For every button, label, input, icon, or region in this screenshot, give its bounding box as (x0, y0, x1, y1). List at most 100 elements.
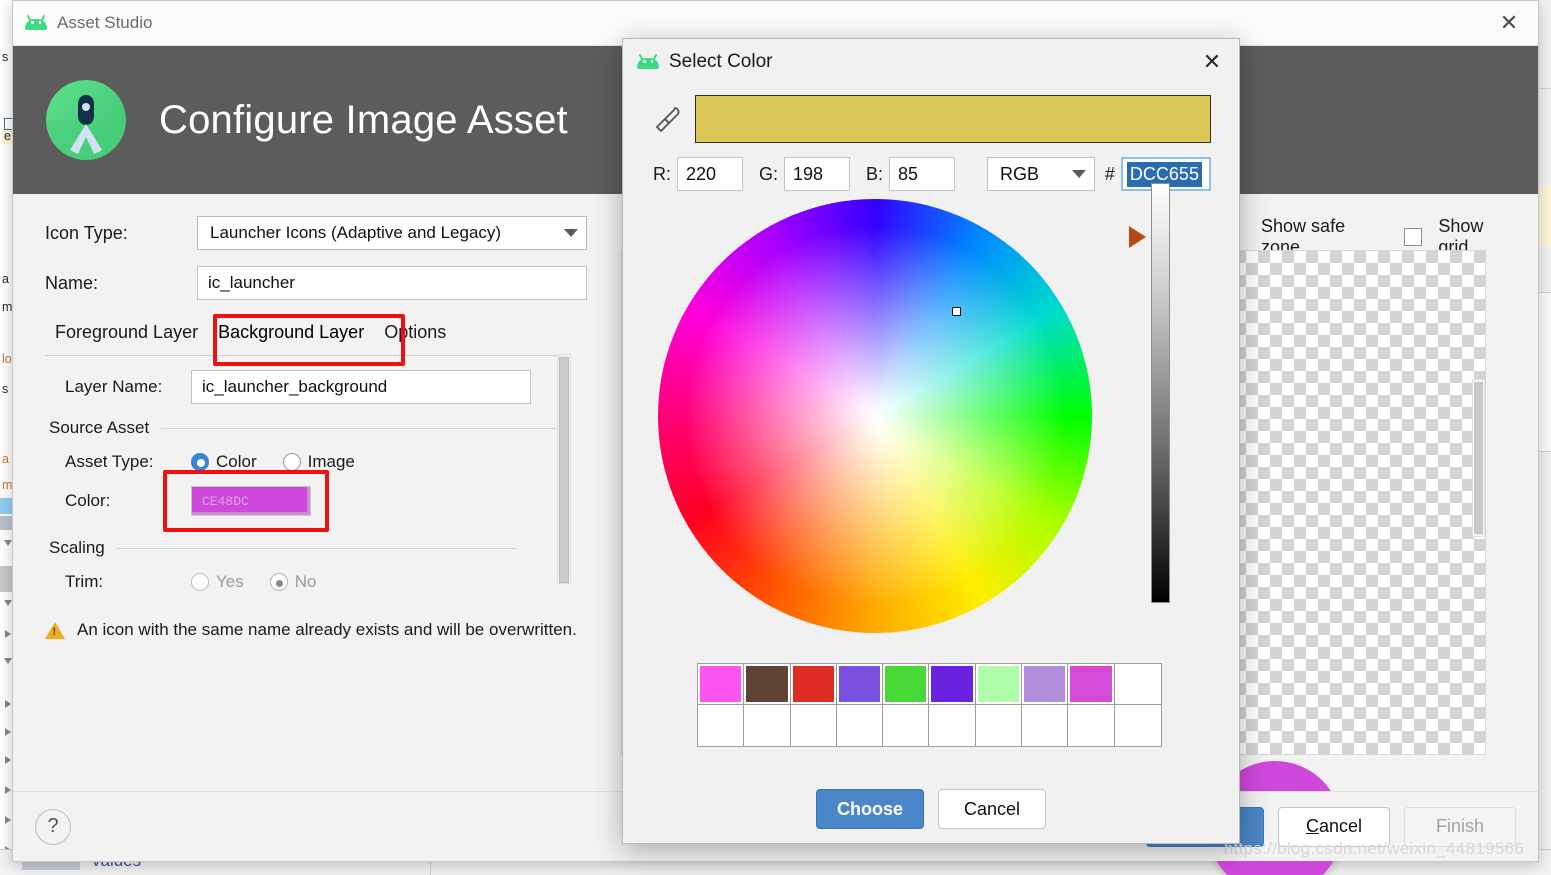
swatch-cell[interactable] (929, 664, 976, 705)
swatch-cell[interactable] (1022, 705, 1069, 746)
swatch-cell[interactable] (698, 664, 745, 705)
asset-type-image-label: Image (307, 452, 355, 471)
eyedropper-icon[interactable] (655, 105, 681, 133)
source-asset-group: Source Asset (49, 418, 595, 438)
trim-radio-no[interactable]: No (269, 572, 316, 592)
dialog-title: Select Color (669, 51, 773, 72)
swatch-cell[interactable] (698, 705, 745, 746)
radio-dot-icon (191, 573, 209, 591)
swatch-cell[interactable] (975, 705, 1023, 746)
scrollbar-thumb[interactable] (559, 357, 569, 583)
android-studio-logo-icon (46, 80, 126, 160)
icon-type-row: Icon Type: Launcher Icons (Adaptive and … (45, 216, 595, 250)
android-robot-icon (25, 14, 47, 30)
name-row: Name: (45, 266, 595, 300)
chevron-down-icon[interactable] (4, 658, 12, 664)
layer-tabs: Foreground Layer Background Layer Option… (45, 316, 595, 349)
chevron-down-icon[interactable] (4, 600, 12, 606)
trim-radio-yes[interactable]: Yes (191, 572, 244, 592)
chevron-down-icon[interactable] (4, 540, 12, 546)
show-grid-checkbox[interactable] (1404, 228, 1423, 246)
color-preview-row (623, 85, 1239, 143)
swatch-cell[interactable] (929, 705, 976, 746)
asset-type-label: Asset Type: (65, 452, 154, 471)
swatch-cell[interactable] (744, 705, 791, 746)
color-row: Color: CE48DC (45, 470, 595, 532)
asset-type-radio-color[interactable]: Color (191, 452, 257, 472)
swatch-cell[interactable] (883, 705, 930, 746)
swatch-cell[interactable] (1068, 664, 1115, 705)
close-icon[interactable]: ✕ (1492, 6, 1526, 40)
swatch-cell[interactable] (790, 705, 837, 746)
swatch-cell[interactable] (836, 705, 884, 746)
name-label: Name: (45, 272, 99, 293)
page-title: Configure Image Asset (159, 97, 568, 142)
selected-color-preview[interactable] (695, 95, 1211, 143)
warning-text: An icon with the same name already exist… (77, 620, 577, 639)
chevron-right-icon[interactable] (5, 728, 11, 736)
swatch-cell[interactable] (1114, 664, 1161, 705)
cancel-button[interactable]: Cancel (938, 789, 1046, 829)
swatch-cell[interactable] (836, 664, 884, 705)
swatch-cell[interactable] (790, 664, 837, 705)
swatch-cell[interactable] (1068, 705, 1115, 746)
divider (161, 427, 562, 429)
color-swatch-button[interactable]: CE48DC (191, 486, 311, 516)
brightness-slider-handle-icon[interactable] (1129, 226, 1146, 248)
tab-options[interactable]: Options (374, 316, 456, 349)
layer-name-input[interactable] (191, 370, 531, 404)
trim-row: Trim: Yes No (45, 572, 595, 592)
icon-type-value: Launcher Icons (Adaptive and Legacy) (210, 223, 502, 242)
color-channel-row: R: G: B: RGB # DCC655 (623, 143, 1239, 191)
chevron-right-icon[interactable] (5, 700, 11, 708)
swatch-cell[interactable] (1022, 664, 1069, 705)
divider (45, 355, 565, 356)
icon-type-select[interactable]: Launcher Icons (Adaptive and Legacy) (197, 216, 587, 250)
swatch-cell[interactable] (744, 664, 791, 705)
select-color-titlebar: Select Color ✕ (623, 39, 1239, 85)
asset-type-radio-image[interactable]: Image (282, 452, 355, 472)
chevron-right-icon[interactable] (5, 630, 11, 638)
blue-input[interactable] (889, 157, 956, 191)
name-input[interactable] (197, 266, 587, 300)
chevron-down-icon (1071, 170, 1086, 178)
radio-dot-icon (269, 573, 288, 591)
tab-background-layer[interactable]: Background Layer (208, 316, 374, 349)
select-color-dialog: Select Color ✕ R: G: B: RGB # DCC655 (622, 38, 1240, 844)
ide-fragment: m (2, 300, 13, 314)
radio-dot-icon (191, 453, 209, 471)
swatch-cell[interactable] (1114, 705, 1161, 746)
choose-button[interactable]: Choose (816, 789, 924, 829)
color-mode-select[interactable]: RGB (987, 157, 1095, 191)
red-input[interactable] (677, 157, 743, 191)
source-asset-label: Source Asset (49, 418, 150, 437)
swatch-cell[interactable] (883, 664, 930, 705)
brightness-slider[interactable] (1151, 183, 1170, 603)
scrollbar-thumb[interactable] (1474, 382, 1483, 534)
chevron-right-icon[interactable] (5, 786, 11, 794)
asset-type-color-label: Color (216, 452, 257, 471)
layer-name-row: Layer Name: (45, 370, 595, 404)
form-scrollbar[interactable] (557, 354, 571, 584)
swatch-cell[interactable] (975, 664, 1023, 705)
green-input[interactable] (784, 157, 851, 191)
chevron-right-icon[interactable] (5, 816, 11, 824)
help-button[interactable]: ? (35, 808, 71, 845)
warning-row: An icon with the same name already exist… (45, 620, 595, 640)
red-label: R: (653, 163, 671, 184)
icon-type-label: Icon Type: (45, 222, 128, 243)
window-title: Asset Studio (57, 13, 153, 32)
color-wheel-marker[interactable] (952, 307, 961, 316)
preview-scrollbar[interactable] (1472, 379, 1485, 537)
tab-foreground-layer[interactable]: Foreground Layer (45, 316, 208, 349)
color-label: Color: (65, 491, 111, 510)
chevron-down-icon (564, 229, 578, 237)
configuration-form: Icon Type: Launcher Icons (Adaptive and … (13, 194, 613, 791)
chevron-right-icon[interactable] (5, 756, 11, 764)
color-wheel[interactable] (658, 199, 1092, 633)
trim-yes-label: Yes (216, 572, 244, 591)
ide-fragment: m (2, 478, 13, 492)
close-icon[interactable]: ✕ (1195, 45, 1229, 79)
asset-type-row: Asset Type: Color Image (45, 452, 595, 472)
select-color-footer: Choose Cancel (623, 775, 1239, 843)
